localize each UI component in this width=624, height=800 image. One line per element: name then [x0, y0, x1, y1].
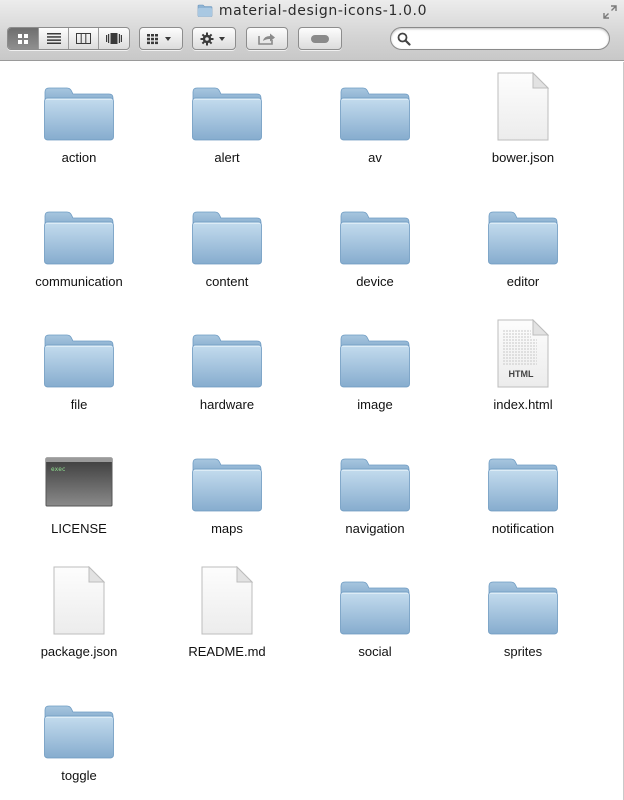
fullscreen-icon[interactable] [603, 5, 617, 19]
file-name-label: file [70, 397, 88, 412]
file-name-label: communication [35, 273, 123, 289]
toggle-pill-icon [311, 34, 329, 43]
file-name-label: av [368, 150, 382, 165]
tags-button-face[interactable] [299, 28, 341, 49]
file-name-label: editor [506, 273, 540, 289]
folder-icon [153, 190, 301, 266]
window-title-area: material-design-icons-1.0.0 [0, 3, 624, 21]
file-item[interactable]: sprites [449, 560, 597, 683]
file-badge: exec [51, 466, 66, 473]
icon-view-button[interactable] [8, 28, 39, 49]
file-name-label: device [356, 273, 394, 289]
file-item[interactable]: toggle [5, 684, 153, 800]
folder-icon [449, 190, 597, 266]
document-icon [153, 560, 301, 636]
file-item[interactable]: package.json [5, 560, 153, 683]
file-name-label: README.md [188, 644, 266, 659]
finder-window: material-design-icons-1.0.0 action alert… [0, 0, 624, 800]
arrange-button[interactable] [139, 27, 183, 50]
folder-icon [153, 437, 301, 513]
title-bar[interactable]: material-design-icons-1.0.0 [0, 0, 624, 61]
icon-view-icon [18, 33, 28, 44]
window-title: material-design-icons-1.0.0 [218, 3, 428, 19]
file-item[interactable]: bower.json [449, 66, 597, 189]
folder-icon [301, 437, 449, 513]
folder-icon [153, 313, 301, 389]
search-input[interactable] [415, 30, 601, 47]
folder-icon [5, 190, 153, 266]
file-name-label: navigation [345, 520, 405, 536]
file-item[interactable]: editor [449, 190, 597, 313]
file-name-label: hardware [199, 397, 255, 412]
file-name-label: action [61, 150, 97, 165]
toolbar [0, 27, 624, 53]
file-item[interactable]: action [5, 66, 153, 189]
file-item[interactable]: image [301, 313, 449, 436]
column-view-button[interactable] [69, 28, 99, 49]
file-item[interactable]: exec LICENSE [5, 437, 153, 560]
list-view-icon [46, 33, 61, 44]
file-name-label: content [205, 273, 249, 289]
file-name-label: sprites [503, 644, 543, 659]
file-badge: HTML [509, 369, 534, 379]
cover-flow-icon [106, 33, 122, 44]
folder-icon [301, 190, 449, 266]
file-item[interactable]: alert [153, 66, 301, 189]
file-name-label: alert [214, 150, 240, 165]
folder-icon [153, 66, 301, 142]
gear-icon [200, 32, 225, 45]
arrange-button-face[interactable] [140, 28, 182, 49]
folder-icon [197, 4, 213, 21]
file-item[interactable]: file [5, 313, 153, 436]
search-field[interactable] [390, 27, 610, 50]
folder-icon [301, 560, 449, 636]
view-mode-segmented-control [7, 27, 130, 50]
folder-icon [449, 437, 597, 513]
file-item[interactable]: social [301, 560, 449, 683]
cover-flow-button[interactable] [99, 28, 129, 49]
file-item[interactable]: av [301, 66, 449, 189]
file-name-label: maps [211, 520, 243, 536]
file-item[interactable]: communication [5, 190, 153, 313]
html-file-icon: HTML [449, 313, 597, 389]
list-view-button[interactable] [39, 28, 69, 49]
file-name-label: toggle [61, 767, 97, 783]
folder-icon [5, 313, 153, 389]
folder-icon [5, 684, 153, 760]
search-icon [397, 32, 411, 46]
file-item[interactable]: maps [153, 437, 301, 560]
folder-icon [301, 313, 449, 389]
document-icon [5, 560, 153, 636]
file-name-label: index.html [493, 397, 553, 412]
share-button[interactable] [246, 27, 288, 50]
folder-icon [449, 560, 597, 636]
file-name-label: image [357, 397, 393, 412]
share-icon [258, 33, 275, 45]
file-item[interactable]: content [153, 190, 301, 313]
document-icon [449, 66, 597, 142]
folder-icon [301, 66, 449, 142]
folder-icon [5, 66, 153, 142]
file-item[interactable]: HTML index.html [449, 313, 597, 436]
file-item[interactable]: README.md [153, 560, 301, 683]
action-button-face[interactable] [193, 28, 235, 49]
file-name-label: bower.json [491, 150, 555, 165]
action-button[interactable] [192, 27, 236, 50]
file-name-label: social [358, 644, 392, 659]
file-item[interactable]: navigation [301, 437, 449, 560]
file-name-label: package.json [40, 644, 118, 659]
file-item[interactable]: hardware [153, 313, 301, 436]
tags-button[interactable] [298, 27, 342, 50]
column-view-icon [76, 33, 91, 44]
exec-file-icon: exec [5, 437, 153, 513]
file-name-label: LICENSE [51, 520, 107, 536]
file-item[interactable]: device [301, 190, 449, 313]
file-name-label: notification [491, 520, 555, 536]
file-item[interactable]: notification [449, 437, 597, 560]
arrange-icon [147, 33, 171, 44]
file-browser-content[interactable]: action alert av bower.json communication… [0, 62, 624, 800]
share-button-face[interactable] [247, 28, 287, 49]
